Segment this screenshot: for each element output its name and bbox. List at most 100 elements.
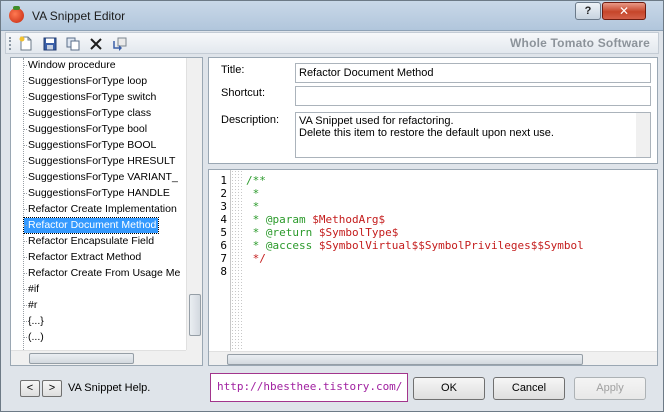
description-textarea[interactable]: VA Snippet used for refactoring. Delete … <box>295 112 651 158</box>
code-token: */ <box>246 252 266 265</box>
tree-connector <box>23 129 27 130</box>
cancel-button[interactable]: Cancel <box>493 377 565 400</box>
code-token: * <box>246 200 260 213</box>
tree-connector <box>23 113 27 114</box>
snippet-list-item[interactable]: #if <box>23 282 41 297</box>
snippet-list-item[interactable]: SuggestionsForType switch <box>23 90 158 105</box>
snippet-list-item[interactable]: SuggestionsForType bool <box>23 122 149 137</box>
tomato-app-icon <box>9 6 24 23</box>
snippet-list-item[interactable]: Window procedure <box>23 58 118 73</box>
snippet-list-item[interactable]: Refactor Document Method <box>22 217 160 234</box>
tree-connector <box>23 225 27 226</box>
snippet-list-horizontal-scrollbar[interactable] <box>11 350 186 365</box>
tree-connector <box>23 337 27 338</box>
snippet-list-item-label: #if <box>28 283 40 295</box>
code-token: * @return <box>246 226 319 239</box>
snippet-list-item[interactable]: Refactor Create From Usage Me <box>23 266 182 281</box>
apply-button[interactable]: Apply <box>574 377 646 400</box>
va-snippet-editor-window: VA Snippet Editor ? ✕ Whole Tomato Softw… <box>0 0 664 412</box>
snippet-list-item-label: Window procedure <box>28 59 116 71</box>
snippet-list-item-label: (...) <box>28 331 44 343</box>
code-line[interactable]: * <box>246 187 260 200</box>
copy-icon[interactable] <box>64 35 82 52</box>
snippet-list-item[interactable]: SuggestionsForType class <box>23 106 153 121</box>
code-line[interactable]: * @param $MethodArg$ <box>246 213 385 226</box>
toolbar-grip[interactable] <box>9 37 12 50</box>
snippet-list-item[interactable]: Refactor Encapsulate Field <box>23 234 156 249</box>
snippet-list-item-label: SuggestionsForType loop <box>28 75 148 87</box>
snippet-list-item[interactable]: {...} <box>23 314 46 329</box>
snippet-list-item[interactable]: Refactor Create Implementation <box>23 202 179 217</box>
new-snippet-icon[interactable] <box>17 35 35 52</box>
window-title: VA Snippet Editor <box>32 9 126 23</box>
snippet-list-item-label: {...} <box>28 315 44 327</box>
code-line[interactable]: /** <box>246 174 266 187</box>
code-line[interactable]: * <box>246 200 260 213</box>
shortcut-input[interactable] <box>295 86 651 106</box>
scroll-thumb[interactable] <box>189 294 201 336</box>
url-overlay-box: http://hbesthee.tistory.com/ <box>210 373 408 402</box>
code-token: * @param <box>246 213 313 226</box>
line-number: 4 <box>220 213 227 226</box>
tree-connector <box>23 209 27 210</box>
line-number: 8 <box>220 265 227 278</box>
snippet-list-item-label: SuggestionsForType BOOL <box>28 139 157 151</box>
delete-icon[interactable] <box>87 35 105 52</box>
title-bar: VA Snippet Editor ? ✕ <box>1 1 663 31</box>
code-token: * <box>246 187 260 200</box>
snippet-list-item[interactable]: SuggestionsForType BOOL <box>23 138 158 153</box>
toolbar: Whole Tomato Software <box>5 32 659 54</box>
save-icon[interactable] <box>41 35 59 52</box>
close-button[interactable]: ✕ <box>602 2 646 20</box>
code-line[interactable]: * @access $SymbolVirtual$$SymbolPrivileg… <box>246 239 584 252</box>
tree-connector <box>23 257 27 258</box>
code-token: $MethodArg$ <box>312 213 386 226</box>
tree-connector <box>23 145 27 146</box>
snippet-list-item-label: Refactor Encapsulate Field <box>28 235 155 247</box>
tree-connector <box>23 177 27 178</box>
tree-connector <box>23 81 27 82</box>
insert-icon[interactable] <box>110 35 128 52</box>
snippet-list-item[interactable]: SuggestionsForType HANDLE <box>23 186 172 201</box>
scroll-corner <box>186 350 202 365</box>
snippet-list-vertical-scrollbar[interactable] <box>186 58 202 350</box>
line-number-gutter: 12345678 <box>209 170 231 351</box>
ok-button[interactable]: OK <box>413 377 485 400</box>
url-text: http://hbesthee.tistory.com/ <box>217 380 403 393</box>
line-number: 2 <box>220 187 227 200</box>
code-horizontal-scrollbar[interactable] <box>209 351 657 365</box>
snippet-list-item-label: Refactor Create From Usage Me <box>28 267 181 279</box>
code-line[interactable]: */ <box>246 252 266 265</box>
gutter-margin <box>231 170 243 351</box>
snippet-list-item[interactable]: SuggestionsForType HRESULT <box>23 154 177 169</box>
snippet-list-item-label: Refactor Document Method <box>28 219 157 231</box>
description-line: Delete this item to restore the default … <box>299 127 554 139</box>
snippet-list-item[interactable]: SuggestionsForType loop <box>23 74 149 89</box>
snippet-list-item[interactable]: SuggestionsForType VARIANT_ <box>23 170 180 185</box>
description-scrollbar[interactable] <box>636 113 650 157</box>
help-button[interactable]: ? <box>575 2 601 20</box>
scroll-thumb[interactable] <box>29 353 134 364</box>
snippet-list-item[interactable]: #r <box>23 298 39 313</box>
next-button[interactable]: > <box>42 380 62 397</box>
snippet-list-item[interactable]: Refactor Extract Method <box>23 250 143 265</box>
previous-button[interactable]: < <box>20 380 40 397</box>
tree-connector <box>23 193 27 194</box>
code-token: $SymbolVirtual$$SymbolPrivileges$$Symbol <box>318 239 584 252</box>
snippet-list-item-label: #r <box>28 299 38 311</box>
line-number: 3 <box>220 200 227 213</box>
snippet-list-item-label: SuggestionsForType HANDLE <box>28 187 170 199</box>
snippet-help-text: VA Snippet Help. <box>68 382 151 394</box>
description-line: VA Snippet used for refactoring. <box>299 115 454 127</box>
code-token: * @access <box>246 239 319 252</box>
snippet-list[interactable]: Window procedure SuggestionsForType loop S… <box>11 58 186 350</box>
scroll-thumb[interactable] <box>227 354 583 365</box>
snippet-list-item[interactable]: (...) <box>23 330 46 345</box>
code-token: /** <box>246 174 266 187</box>
code-line[interactable]: * @return $SymbolType$ <box>246 226 399 239</box>
snippet-code-editor[interactable]: 12345678 /** * * * @param $MethodArg$ * … <box>208 169 658 366</box>
snippet-list-item-label: SuggestionsForType VARIANT_ <box>28 171 178 183</box>
tree-connector <box>23 161 27 162</box>
title-input[interactable]: Refactor Document Method <box>295 63 651 83</box>
snippet-list-item-label: SuggestionsForType bool <box>28 123 148 135</box>
